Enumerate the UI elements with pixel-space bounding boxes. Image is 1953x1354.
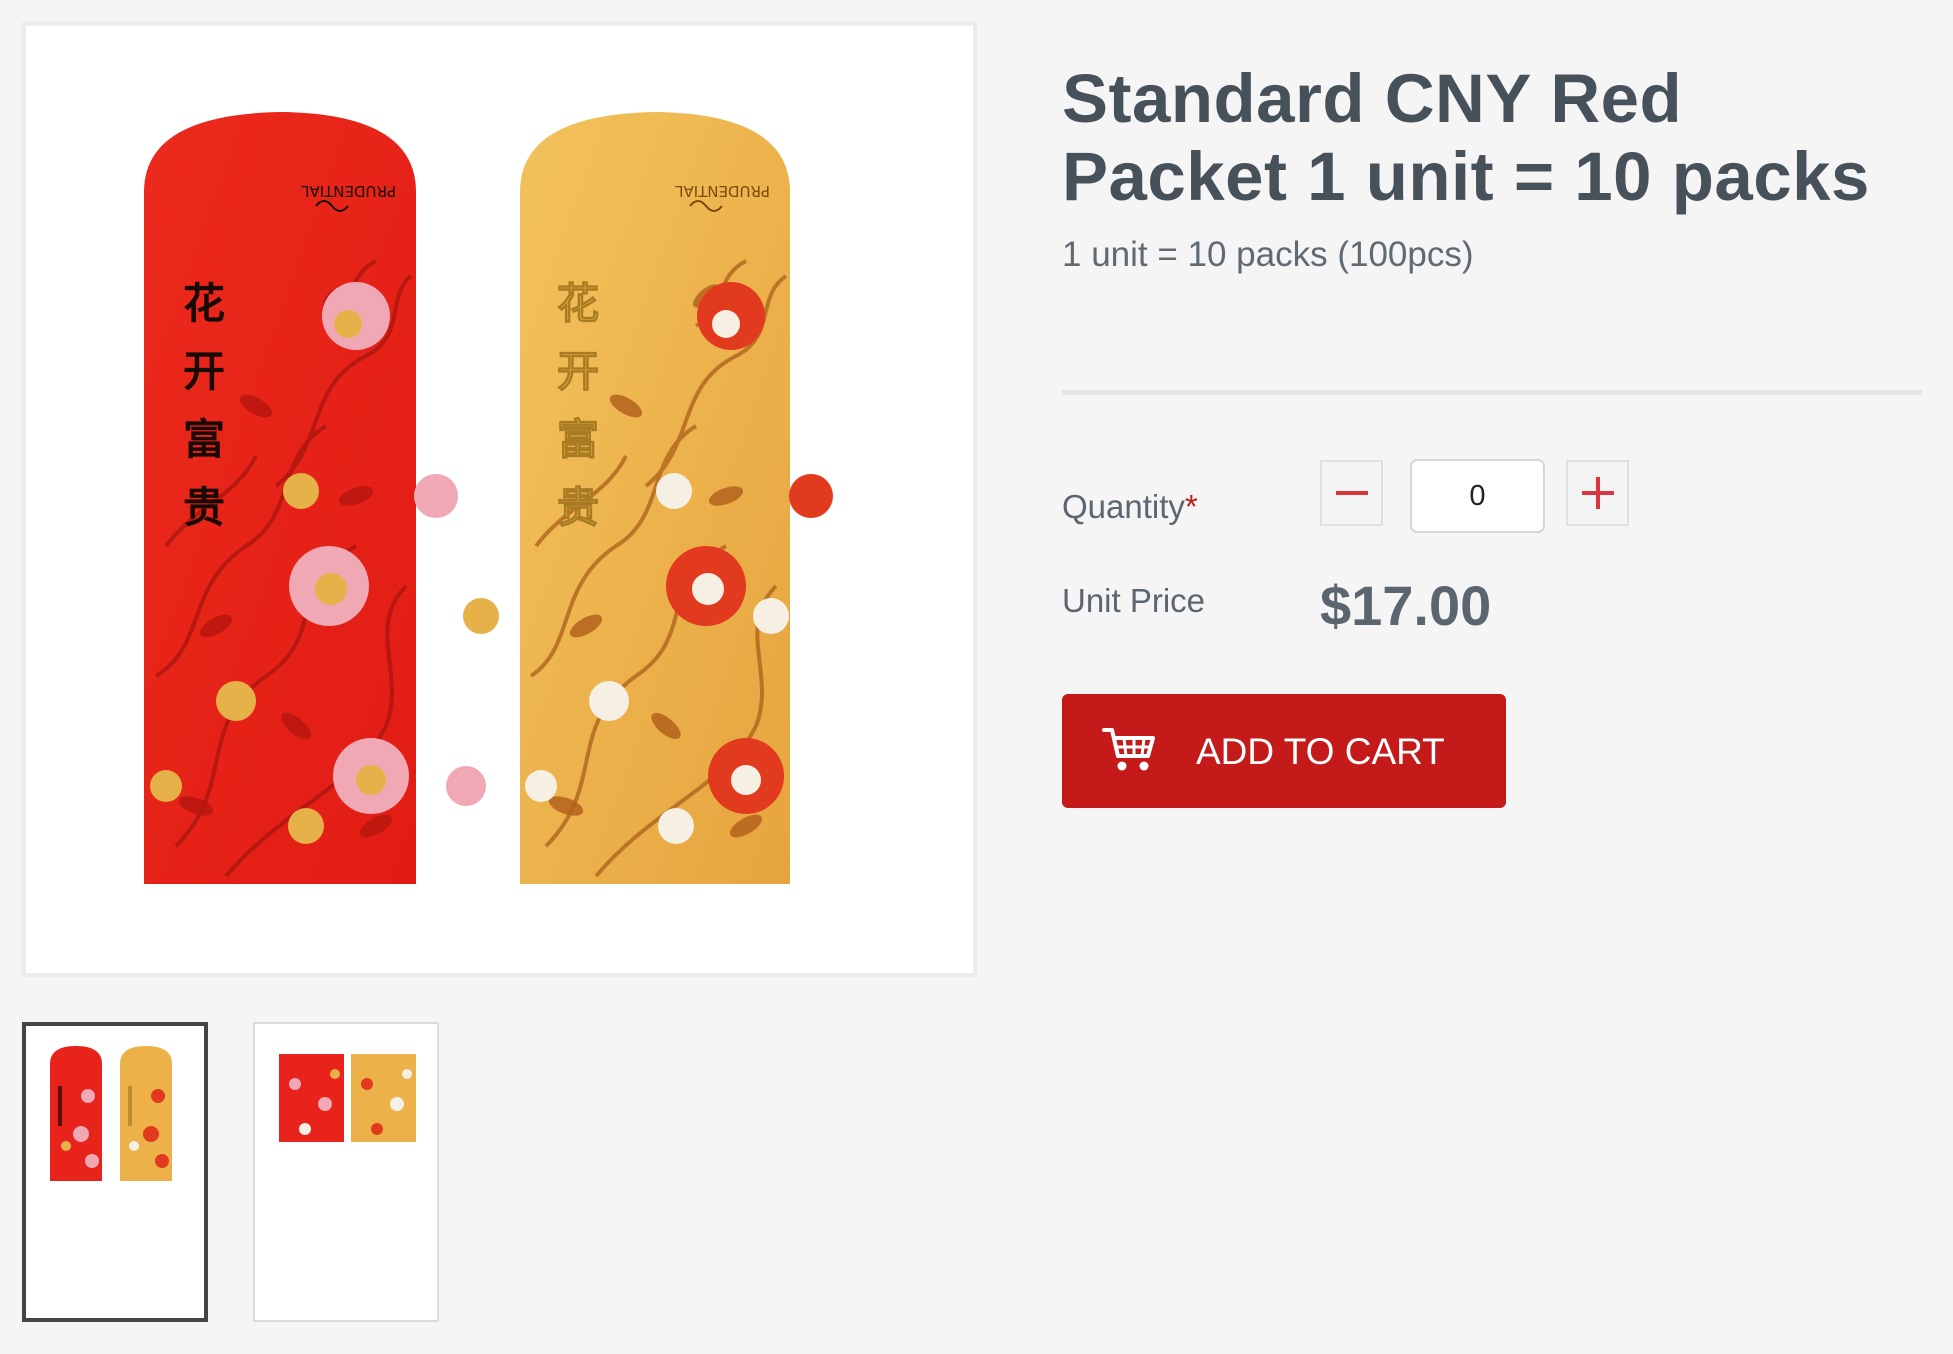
- quantity-input[interactable]: [1410, 459, 1545, 533]
- required-marker: *: [1184, 488, 1198, 525]
- red-packets-illustration: 花 开 富 贵 PRUDENTIAL 花 开 富 贵 PRUDENTIAL: [144, 112, 833, 884]
- quantity-label: Quantity*: [1062, 488, 1198, 526]
- svg-text:富: 富: [557, 415, 599, 464]
- minus-icon: [1335, 491, 1368, 495]
- svg-text:开: 开: [183, 347, 225, 396]
- svg-text:PRUDENTIAL: PRUDENTIAL: [300, 182, 396, 200]
- svg-text:贵: 贵: [557, 483, 599, 532]
- main-product-image: 花 开 富 贵 PRUDENTIAL 花 开 富 贵 PRUDENTIAL: [22, 22, 977, 977]
- thumbnail-1[interactable]: [22, 1022, 208, 1322]
- thumbnail-2-image: [279, 1054, 416, 1142]
- product-details: Standard CNY Red Packet 1 unit = 10 pack…: [1062, 60, 1922, 808]
- decrement-button[interactable]: [1320, 460, 1383, 526]
- increment-button[interactable]: [1566, 460, 1629, 526]
- thumbnail-1-image: [50, 1046, 172, 1181]
- gold-packet: 花 开 富 贵 PRUDENTIAL: [520, 112, 833, 884]
- svg-text:富: 富: [183, 415, 225, 464]
- product-subtitle: 1 unit = 10 packs (100pcs): [1062, 235, 1474, 274]
- add-to-cart-button[interactable]: ADD TO CART: [1062, 694, 1506, 808]
- unit-price-value: $17.00: [1320, 574, 1492, 637]
- quantity-label-text: Quantity: [1062, 488, 1185, 525]
- svg-text:PRUDENTIAL: PRUDENTIAL: [674, 182, 770, 200]
- svg-text:花: 花: [183, 279, 225, 328]
- svg-text:花: 花: [557, 279, 599, 328]
- thumbnail-2[interactable]: [253, 1022, 439, 1322]
- divider: [1062, 390, 1922, 395]
- svg-text:开: 开: [557, 347, 599, 396]
- add-to-cart-label: ADD TO CART: [1196, 731, 1445, 772]
- unit-price-label: Unit Price: [1062, 582, 1206, 619]
- svg-text:贵: 贵: [183, 483, 225, 532]
- red-packet: 花 开 富 贵 PRUDENTIAL: [144, 112, 499, 884]
- shopping-cart-icon: [1102, 728, 1155, 771]
- product-title: Standard CNY Red Packet 1 unit = 10 pack…: [1062, 60, 1870, 215]
